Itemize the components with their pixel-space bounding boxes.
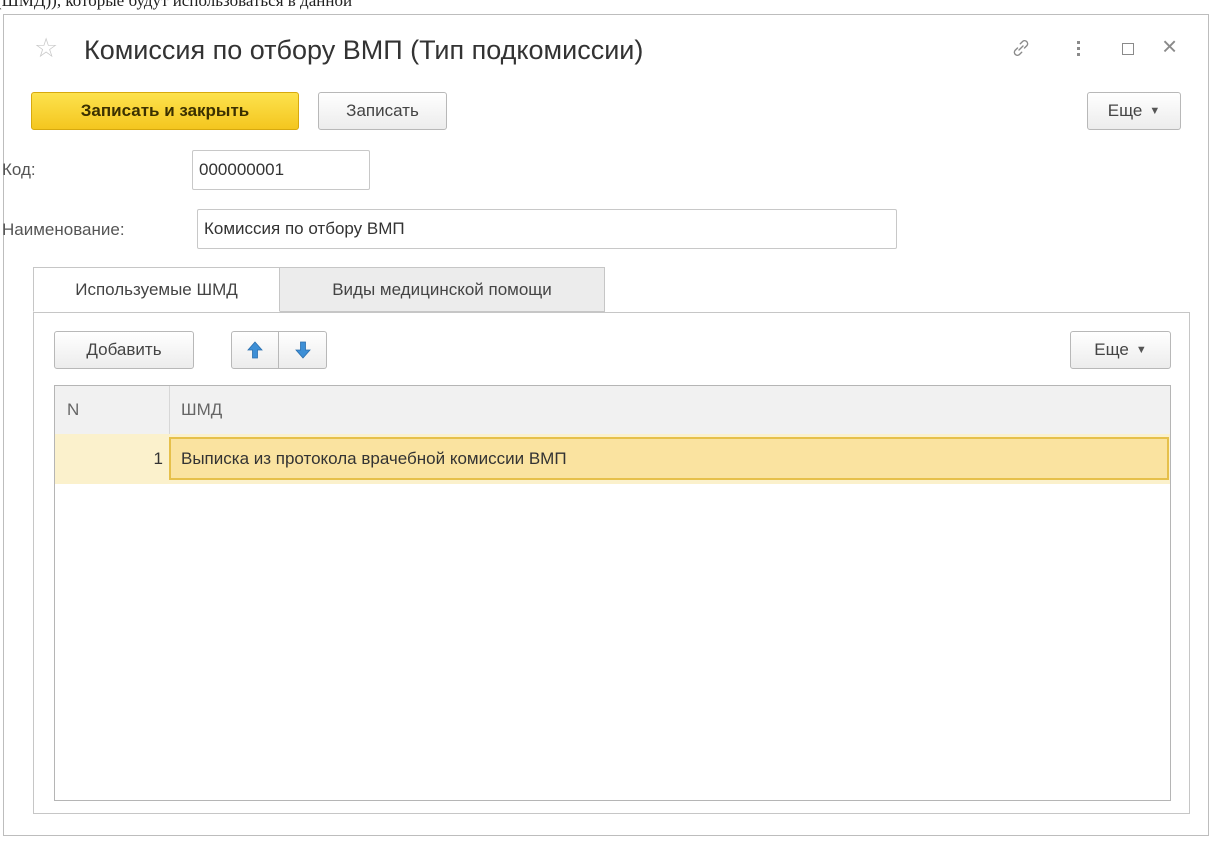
form-window: ☆ Комиссия по отбору ВМП (Тип подкомисси… — [2, 14, 1209, 836]
title-bar: ☆ Комиссия по отбору ВМП (Тип подкомисси… — [4, 15, 1208, 87]
star-icon[interactable]: ☆ — [34, 35, 58, 62]
maximize-icon[interactable] — [1122, 43, 1134, 55]
tab-panel-used-shmd: Добавить Еще ▼ N ШМД 1 Выписка из протоко… — [33, 312, 1190, 814]
save-button[interactable]: Записать — [318, 92, 447, 130]
column-separator[interactable] — [169, 386, 170, 434]
table-row[interactable]: 1 Выписка из протокола врачебной комисси… — [55, 434, 1170, 484]
link-icon[interactable] — [1010, 37, 1032, 63]
column-header-n[interactable]: N — [67, 386, 79, 434]
background-document-text: (ШМД)), которые будут использоваться в д… — [0, 0, 353, 10]
table-more-label: Еще — [1094, 340, 1129, 359]
table-more-button[interactable]: Еще ▼ — [1070, 331, 1171, 369]
column-header-shmd[interactable]: ШМД — [181, 386, 222, 434]
arrow-up-icon — [247, 341, 263, 359]
shmd-cell[interactable]: Выписка из протокола врачебной комиссии … — [169, 437, 1169, 480]
row-number-cell: 1 — [153, 449, 163, 468]
table-header: N ШМД — [55, 386, 1170, 435]
close-icon[interactable]: × — [1162, 33, 1177, 59]
shmd-table: N ШМД 1 Выписка из протокола врачебной к… — [54, 385, 1171, 801]
more-actions-label: Еще — [1107, 101, 1143, 120]
more-icon[interactable] — [1076, 39, 1082, 59]
add-button[interactable]: Добавить — [54, 331, 194, 369]
tab-used-shmd[interactable]: Используемые ШМД — [33, 267, 280, 312]
chevron-down-icon: ▼ — [1149, 105, 1161, 117]
name-label: Наименование: — [2, 220, 125, 239]
save-and-close-button[interactable]: Записать и закрыть — [31, 92, 299, 130]
code-input[interactable]: 000000001 — [192, 150, 370, 190]
arrow-down-icon — [294, 341, 311, 359]
window-title: Комиссия по отбору ВМП (Тип подкомиссии) — [84, 35, 644, 65]
move-down-button[interactable] — [279, 331, 327, 369]
code-label: Код: — [2, 160, 36, 179]
tab-medical-care-types[interactable]: Виды медицинской помощи — [279, 267, 605, 312]
move-up-button[interactable] — [231, 331, 279, 369]
chevron-down-icon: ▼ — [1135, 344, 1147, 356]
more-actions-button[interactable]: Еще ▼ — [1087, 92, 1181, 130]
name-input[interactable]: Комиссия по отбору ВМП — [197, 209, 897, 249]
